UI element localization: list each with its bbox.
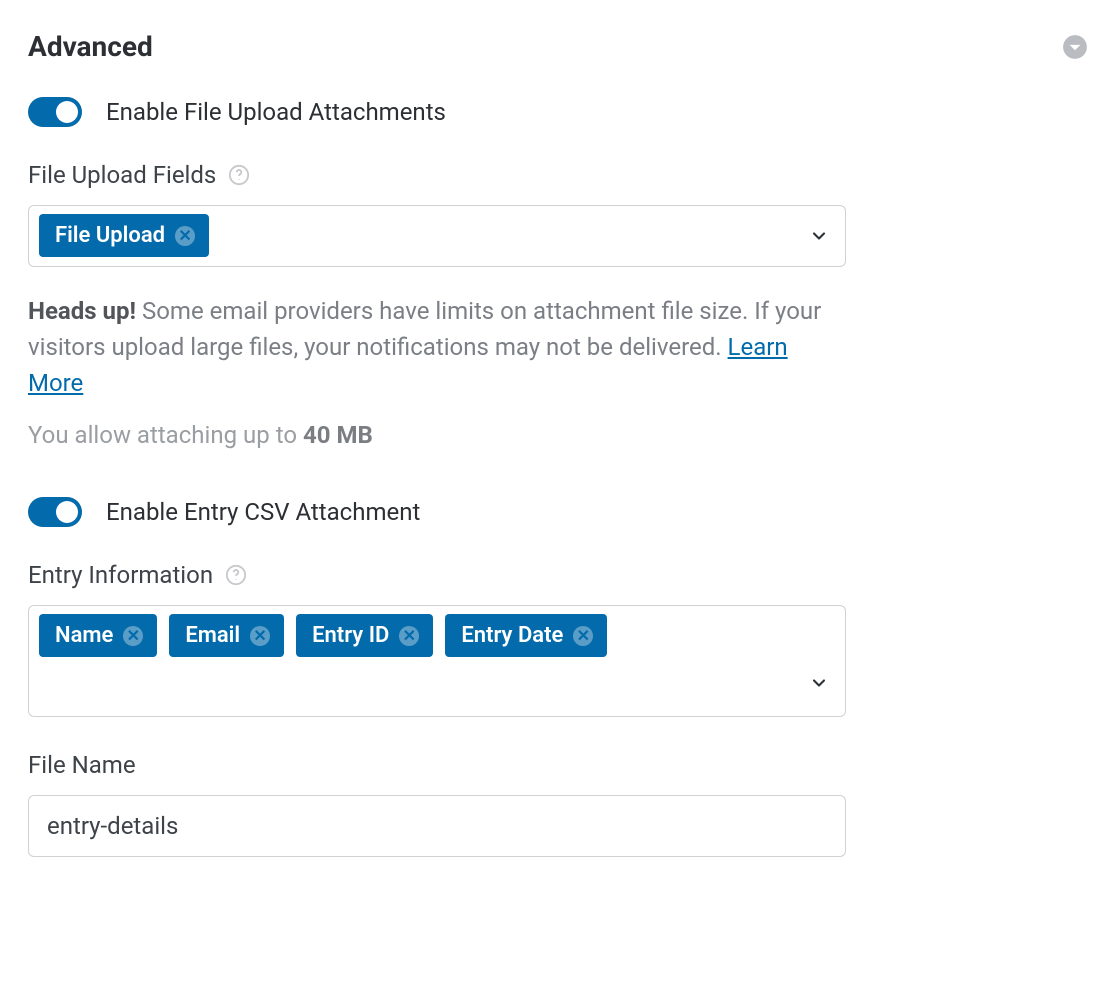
chip-email: Email ✕ bbox=[169, 614, 284, 657]
panel-title: Advanced bbox=[28, 30, 153, 63]
chevron-down-icon[interactable] bbox=[809, 226, 829, 246]
close-icon[interactable]: ✕ bbox=[399, 626, 419, 646]
help-icon[interactable] bbox=[225, 564, 247, 586]
file-name-input[interactable] bbox=[28, 795, 846, 857]
close-icon[interactable]: ✕ bbox=[175, 226, 195, 246]
allow-amount: 40 MB bbox=[303, 421, 373, 449]
chip-entry-date: Entry Date ✕ bbox=[445, 614, 607, 657]
file-name-label: File Name bbox=[28, 751, 136, 779]
close-icon[interactable]: ✕ bbox=[123, 626, 143, 646]
file-upload-fields-label-row: File Upload Fields bbox=[28, 161, 1088, 189]
panel-header: Advanced bbox=[28, 30, 1088, 63]
chip-entry-id: Entry ID ✕ bbox=[296, 614, 433, 657]
chip-file-upload: File Upload ✕ bbox=[39, 214, 209, 257]
allow-prefix: You allow attaching up to bbox=[28, 421, 303, 449]
chevron-down-circle-icon[interactable] bbox=[1062, 34, 1088, 60]
file-name-group: File Name bbox=[28, 751, 1088, 857]
entry-info-label: Entry Information bbox=[28, 561, 213, 589]
chevron-down-icon[interactable] bbox=[809, 673, 829, 693]
chip-label: Entry Date bbox=[461, 623, 563, 648]
file-size-notice: Heads up! Some email providers have limi… bbox=[28, 293, 846, 401]
notice-body: Some email providers have limits on atta… bbox=[28, 297, 821, 361]
close-icon[interactable]: ✕ bbox=[573, 626, 593, 646]
chip-label: Email bbox=[185, 623, 240, 648]
entry-info-select[interactable]: Name ✕ Email ✕ Entry ID ✕ Entry Date ✕ bbox=[28, 605, 846, 717]
file-upload-toggle[interactable] bbox=[28, 97, 82, 127]
file-upload-toggle-label: Enable File Upload Attachments bbox=[106, 98, 446, 126]
toggle-knob bbox=[56, 501, 78, 523]
close-icon[interactable]: ✕ bbox=[250, 626, 270, 646]
allow-line: You allow attaching up to 40 MB bbox=[28, 421, 846, 449]
csv-toggle[interactable] bbox=[28, 497, 82, 527]
notice-heads-up: Heads up! bbox=[28, 297, 136, 325]
toggle-knob bbox=[56, 101, 78, 123]
help-icon[interactable] bbox=[228, 164, 250, 186]
file-name-label-row: File Name bbox=[28, 751, 1088, 779]
csv-toggle-label: Enable Entry CSV Attachment bbox=[106, 498, 420, 526]
chip-label: File Upload bbox=[55, 223, 165, 248]
file-upload-toggle-row: Enable File Upload Attachments bbox=[28, 97, 1088, 127]
entry-info-label-row: Entry Information bbox=[28, 561, 1088, 589]
csv-toggle-row: Enable Entry CSV Attachment bbox=[28, 497, 1088, 527]
file-upload-fields-label: File Upload Fields bbox=[28, 161, 216, 189]
file-upload-fields-select[interactable]: File Upload ✕ bbox=[28, 205, 846, 267]
chip-name: Name ✕ bbox=[39, 614, 157, 657]
chip-label: Name bbox=[55, 623, 113, 648]
chip-label: Entry ID bbox=[312, 623, 389, 648]
